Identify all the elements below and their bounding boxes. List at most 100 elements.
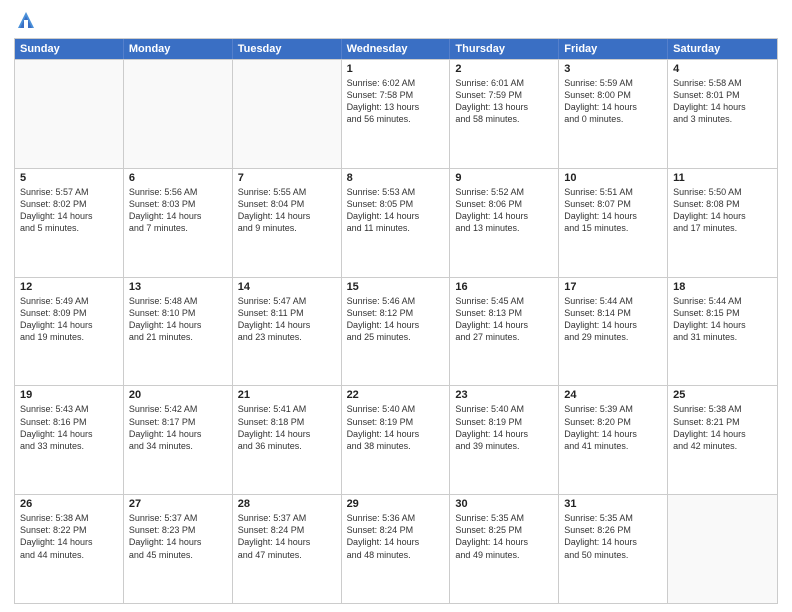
cell-info-line: and 25 minutes. — [347, 331, 445, 343]
day-number: 23 — [455, 389, 553, 401]
cell-info-line: Daylight: 14 hours — [673, 101, 772, 113]
day-number: 5 — [20, 172, 118, 184]
calendar: SundayMondayTuesdayWednesdayThursdayFrid… — [14, 38, 778, 604]
day-number: 27 — [129, 498, 227, 510]
cell-info-line: Sunset: 8:24 PM — [347, 524, 445, 536]
calendar-header: SundayMondayTuesdayWednesdayThursdayFrid… — [15, 39, 777, 59]
day-cell-27: 27Sunrise: 5:37 AMSunset: 8:23 PMDayligh… — [124, 495, 233, 603]
cell-info-line: Sunset: 8:16 PM — [20, 416, 118, 428]
cell-info-line: Daylight: 14 hours — [455, 210, 553, 222]
cell-info-line: and 3 minutes. — [673, 113, 772, 125]
cell-info-line: Sunrise: 5:55 AM — [238, 186, 336, 198]
cell-info-line: Sunrise: 5:40 AM — [347, 403, 445, 415]
day-cell-16: 16Sunrise: 5:45 AMSunset: 8:13 PMDayligh… — [450, 278, 559, 386]
cell-info-line: Sunrise: 5:38 AM — [673, 403, 772, 415]
day-cell-20: 20Sunrise: 5:42 AMSunset: 8:17 PMDayligh… — [124, 386, 233, 494]
cell-info-line: Sunset: 8:14 PM — [564, 307, 662, 319]
day-cell-13: 13Sunrise: 5:48 AMSunset: 8:10 PMDayligh… — [124, 278, 233, 386]
cell-info-line: Daylight: 14 hours — [347, 319, 445, 331]
cell-info-line: and 48 minutes. — [347, 549, 445, 561]
cell-info-line: Daylight: 14 hours — [20, 428, 118, 440]
cell-info-line: Daylight: 14 hours — [564, 536, 662, 548]
cell-info-line: Daylight: 14 hours — [129, 210, 227, 222]
day-cell-8: 8Sunrise: 5:53 AMSunset: 8:05 PMDaylight… — [342, 169, 451, 277]
day-number: 2 — [455, 63, 553, 75]
cell-info-line: and 39 minutes. — [455, 440, 553, 452]
cell-info-line: Sunset: 7:58 PM — [347, 89, 445, 101]
cell-info-line: Sunrise: 5:38 AM — [20, 512, 118, 524]
cell-info-line: Daylight: 14 hours — [673, 319, 772, 331]
day-cell-22: 22Sunrise: 5:40 AMSunset: 8:19 PMDayligh… — [342, 386, 451, 494]
cell-info-line: Sunset: 8:11 PM — [238, 307, 336, 319]
day-cell-1: 1Sunrise: 6:02 AMSunset: 7:58 PMDaylight… — [342, 60, 451, 168]
cell-info-line: Sunset: 8:08 PM — [673, 198, 772, 210]
cell-info-line: and 47 minutes. — [238, 549, 336, 561]
cell-info-line: Sunrise: 5:46 AM — [347, 295, 445, 307]
cell-info-line: Sunrise: 5:53 AM — [347, 186, 445, 198]
cell-info-line: Sunset: 8:12 PM — [347, 307, 445, 319]
day-cell-3: 3Sunrise: 5:59 AMSunset: 8:00 PMDaylight… — [559, 60, 668, 168]
day-number: 18 — [673, 281, 772, 293]
day-cell-23: 23Sunrise: 5:40 AMSunset: 8:19 PMDayligh… — [450, 386, 559, 494]
cell-info-line: Sunrise: 5:49 AM — [20, 295, 118, 307]
day-number: 19 — [20, 389, 118, 401]
day-number: 17 — [564, 281, 662, 293]
cell-info-line: Sunrise: 5:50 AM — [673, 186, 772, 198]
cell-info-line: and 11 minutes. — [347, 222, 445, 234]
cell-info-line: Sunrise: 5:39 AM — [564, 403, 662, 415]
day-cell-29: 29Sunrise: 5:36 AMSunset: 8:24 PMDayligh… — [342, 495, 451, 603]
logo — [14, 10, 36, 30]
cell-info-line: and 50 minutes. — [564, 549, 662, 561]
cell-info-line: Sunrise: 5:47 AM — [238, 295, 336, 307]
cell-info-line: and 33 minutes. — [20, 440, 118, 452]
empty-cell — [668, 495, 777, 603]
day-number: 24 — [564, 389, 662, 401]
cell-info-line: Daylight: 14 hours — [564, 428, 662, 440]
day-cell-7: 7Sunrise: 5:55 AMSunset: 8:04 PMDaylight… — [233, 169, 342, 277]
cell-info-line: Sunset: 8:15 PM — [673, 307, 772, 319]
calendar-row-0: 1Sunrise: 6:02 AMSunset: 7:58 PMDaylight… — [15, 59, 777, 168]
cell-info-line: and 13 minutes. — [455, 222, 553, 234]
cell-info-line: Sunset: 8:04 PM — [238, 198, 336, 210]
cell-info-line: and 17 minutes. — [673, 222, 772, 234]
cell-info-line: Sunset: 8:20 PM — [564, 416, 662, 428]
cell-info-line: Sunrise: 5:43 AM — [20, 403, 118, 415]
day-cell-9: 9Sunrise: 5:52 AMSunset: 8:06 PMDaylight… — [450, 169, 559, 277]
header-cell-tuesday: Tuesday — [233, 39, 342, 59]
cell-info-line: Sunset: 8:10 PM — [129, 307, 227, 319]
cell-info-line: and 58 minutes. — [455, 113, 553, 125]
day-cell-18: 18 Sunrise: 5:44 AMSunset: 8:15 PMDayligh… — [668, 278, 777, 386]
day-cell-25: 25Sunrise: 5:38 AMSunset: 8:21 PMDayligh… — [668, 386, 777, 494]
header-cell-wednesday: Wednesday — [342, 39, 451, 59]
day-cell-19: 19 Sunrise: 5:43 AMSunset: 8:16 PMDayligh… — [15, 386, 124, 494]
cell-info-line: Sunrise: 5:37 AM — [238, 512, 336, 524]
logo-icon — [16, 10, 36, 30]
empty-cell — [233, 60, 342, 168]
cell-info-line: and 31 minutes. — [673, 331, 772, 343]
cell-info-line: Sunrise: 5:59 AM — [564, 77, 662, 89]
cell-info-line: Sunset: 8:18 PM — [238, 416, 336, 428]
day-number: 30 — [455, 498, 553, 510]
cell-info-line: Sunset: 8:19 PM — [347, 416, 445, 428]
day-cell-5: 5Sunrise: 5:57 AMSunset: 8:02 PMDaylight… — [15, 169, 124, 277]
cell-info-line: Daylight: 14 hours — [564, 101, 662, 113]
page: SundayMondayTuesdayWednesdayThursdayFrid… — [0, 0, 792, 612]
header-cell-monday: Monday — [124, 39, 233, 59]
day-number: 11 — [673, 172, 772, 184]
day-cell-6: 6Sunrise: 5:56 AMSunset: 8:03 PMDaylight… — [124, 169, 233, 277]
cell-info-line: Sunrise: 6:01 AM — [455, 77, 553, 89]
cell-info-line: Sunset: 8:26 PM — [564, 524, 662, 536]
cell-info-line: and 29 minutes. — [564, 331, 662, 343]
header — [14, 10, 778, 30]
cell-info-line: Sunset: 8:22 PM — [20, 524, 118, 536]
header-cell-friday: Friday — [559, 39, 668, 59]
cell-info-line: Sunrise: 5:42 AM — [129, 403, 227, 415]
cell-info-line: Daylight: 14 hours — [564, 210, 662, 222]
cell-info-line: Daylight: 14 hours — [20, 210, 118, 222]
day-number: 10 — [564, 172, 662, 184]
cell-info-line: Sunset: 8:24 PM — [238, 524, 336, 536]
cell-info-line: Sunrise: 5:41 AM — [238, 403, 336, 415]
header-cell-saturday: Saturday — [668, 39, 777, 59]
cell-info-line: Daylight: 14 hours — [455, 428, 553, 440]
cell-info-line: Sunrise: 5:44 AM — [673, 295, 772, 307]
